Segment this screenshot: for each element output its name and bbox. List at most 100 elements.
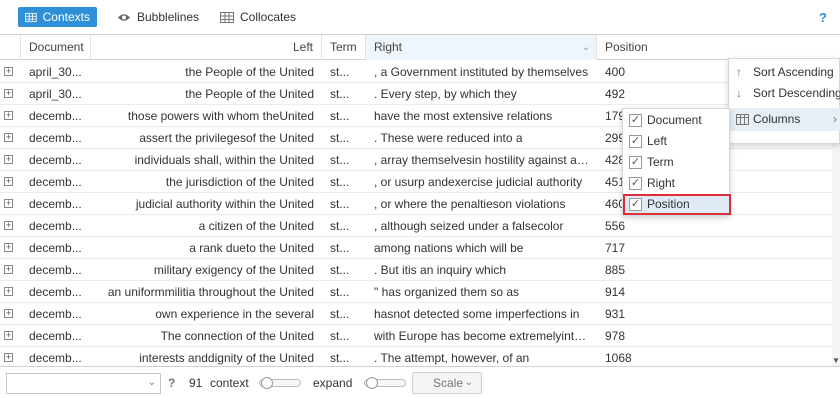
tab-label: Bubblelines <box>137 10 200 24</box>
submenu-item-position[interactable]: ✓ Position <box>623 194 731 215</box>
cell-right: . These were reduced into a <box>374 131 523 145</box>
column-header-label: Right <box>374 40 403 54</box>
cell-position: 556 <box>605 219 626 233</box>
grid-icon <box>220 11 234 23</box>
cell-document: decemb... <box>29 241 82 255</box>
cell-document: decemb... <box>29 175 82 189</box>
cell-document: decemb... <box>29 109 82 123</box>
tab-contexts[interactable]: Contexts <box>18 7 97 27</box>
expand-icon[interactable]: + <box>4 199 13 208</box>
cell-term: st... <box>330 351 350 365</box>
cell-term: st... <box>330 241 350 255</box>
search-combo[interactable]: ⌄ <box>6 373 161 394</box>
cell-left: the jurisdiction of the United <box>165 175 314 189</box>
cell-position: 885 <box>605 263 626 277</box>
expand-icon[interactable]: + <box>4 89 13 98</box>
table-row[interactable]: + decemb... interests anddignity of the Un… <box>0 347 832 366</box>
help-icon[interactable]: ? <box>819 10 827 25</box>
menu-item-sort-ascending[interactable]: ↑ Sort Ascending <box>729 61 840 84</box>
scale-button[interactable]: Scale ⌄ <box>412 372 482 394</box>
help-icon[interactable]: ? <box>168 376 175 390</box>
table-row[interactable]: + april_30... the People of the United st..… <box>0 61 832 83</box>
cell-left: those powers with whom theUnited <box>127 109 314 123</box>
submenu-item-label: Position <box>647 197 690 211</box>
checkbox-icon[interactable]: ✓ <box>629 135 642 148</box>
table-row[interactable]: + april_30... the People of the United st..… <box>0 83 832 105</box>
chevron-right-icon: › <box>833 112 837 126</box>
checkbox-icon[interactable]: ✓ <box>629 114 642 127</box>
expand-icon[interactable]: + <box>4 177 13 186</box>
cell-right: , although seized under a falsecolor <box>374 219 564 233</box>
checkbox-icon[interactable]: ✓ <box>629 177 642 190</box>
eye-icon <box>118 13 130 21</box>
column-header-term[interactable]: Term <box>322 35 366 60</box>
menu-item-label: Sort Descending <box>753 86 840 100</box>
column-header-position[interactable]: Position <box>597 35 832 60</box>
chevron-down-icon[interactable]: ⌄ <box>148 377 156 388</box>
expand-icon[interactable]: + <box>4 265 13 274</box>
expand-icon[interactable]: + <box>4 67 13 76</box>
menu-item-columns[interactable]: Columns › <box>729 108 840 131</box>
grid-header: Document Left Term Right ⌄ Position <box>0 35 840 60</box>
expand-icon[interactable]: + <box>4 155 13 164</box>
submenu-item-left[interactable]: ✓ Left <box>623 131 731 152</box>
menu-item-sort-descending[interactable]: ↓ Sort Descending <box>729 82 840 105</box>
expand-icon[interactable]: + <box>4 309 13 318</box>
results-count: 91 <box>189 376 203 390</box>
cell-term: st... <box>330 307 350 321</box>
table-row[interactable]: + decemb... a rank dueto the United st... am… <box>0 237 832 259</box>
column-header-document[interactable]: Document <box>21 35 91 60</box>
slider-handle[interactable] <box>261 377 273 389</box>
column-menu: ↑ Sort Ascending ↓ Sort Descending Colum… <box>728 58 840 144</box>
expand-icon[interactable]: + <box>4 133 13 142</box>
expand-icon[interactable]: + <box>4 221 13 230</box>
submenu-item-right[interactable]: ✓ Right <box>623 173 731 194</box>
cell-left: military exigency of the United <box>153 263 314 277</box>
cell-term: st... <box>330 285 350 299</box>
cell-position: 931 <box>605 307 626 321</box>
expand-icon[interactable]: + <box>4 287 13 296</box>
chevron-down-icon: ⌄ <box>464 377 473 388</box>
expand-icon[interactable]: + <box>4 331 13 340</box>
context-slider[interactable] <box>259 377 301 389</box>
checkbox-icon[interactable]: ✓ <box>629 156 642 169</box>
submenu-item-term[interactable]: ✓ Term <box>623 152 731 173</box>
grid-icon <box>25 12 37 22</box>
table-row[interactable]: + decemb... own experience in the several s… <box>0 303 832 325</box>
expand-icon[interactable]: + <box>4 111 13 120</box>
submenu-item-document[interactable]: ✓ Document <box>623 110 731 131</box>
table-row[interactable]: + decemb... an uniformmilitia throughout t… <box>0 281 832 303</box>
column-header-left[interactable]: Left <box>91 35 322 60</box>
expand-icon[interactable]: + <box>4 353 13 362</box>
submenu-item-label: Left <box>647 134 668 148</box>
expand-label: expand <box>313 376 353 390</box>
cell-left: a rank dueto the United <box>189 241 314 255</box>
cell-term: st... <box>330 153 350 167</box>
cell-left: the People of the United <box>185 87 314 101</box>
expand-slider[interactable] <box>364 377 406 389</box>
cell-position: 717 <box>605 241 626 255</box>
tab-collocates[interactable]: Collocates <box>213 7 303 27</box>
cell-right: hasnot detected some imperfections in <box>374 307 580 321</box>
slider-handle[interactable] <box>366 377 378 389</box>
table-row[interactable]: + decemb... a citizen of the United st... , … <box>0 215 832 237</box>
cell-right: . Every step, by which they <box>374 87 517 101</box>
cell-document: decemb... <box>29 351 82 365</box>
table-row[interactable]: + decemb... military exigency of the Unite… <box>0 259 832 281</box>
column-header-right[interactable]: Right ⌄ <box>366 35 597 60</box>
cell-term: st... <box>330 219 350 233</box>
chevron-down-icon[interactable]: ⌄ <box>582 35 590 60</box>
cell-term: st... <box>330 329 350 343</box>
scroll-down-icon[interactable]: ▼ <box>832 356 840 365</box>
cell-left: judicial authority within the United <box>135 197 314 211</box>
cell-left: an uniformmilitia throughout the United <box>107 285 314 299</box>
table-row[interactable]: + decemb... The connection of the United st… <box>0 325 832 347</box>
cell-position: 1068 <box>605 351 632 365</box>
cell-right: . The attempt, however, of an <box>374 351 530 365</box>
expand-icon[interactable]: + <box>4 243 13 252</box>
tab-bubblelines[interactable]: Bubblelines <box>110 7 206 27</box>
checkbox-icon[interactable]: ✓ <box>629 198 642 211</box>
cell-document: decemb... <box>29 329 82 343</box>
arrow-down-icon: ↓ <box>736 86 742 100</box>
submenu-item-label: Document <box>647 113 702 127</box>
